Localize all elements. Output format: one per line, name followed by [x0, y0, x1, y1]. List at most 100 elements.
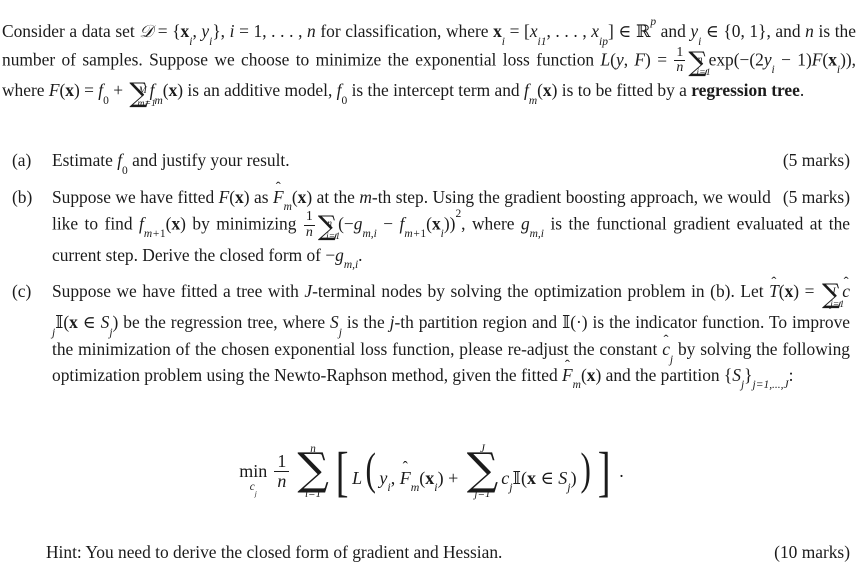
question-b-p10: − — [376, 213, 400, 234]
symbol-y: y — [201, 21, 210, 42]
question-list: (a) Estimate f0 and justify your result.… — [0, 148, 863, 392]
hint-line: Hint: You need to derive the closed form… — [46, 540, 850, 566]
symbol-F: F — [48, 80, 60, 101]
subscript-j: j — [52, 326, 56, 339]
intro-text-4: }, — [212, 21, 230, 42]
question-c-p9: -th partition region and — [394, 312, 563, 333]
question-c-p15: : — [788, 364, 794, 385]
subscript-m-plus-1: m+1 — [404, 228, 427, 241]
intro-text-27: ) is to be fitted by a — [551, 80, 692, 101]
marks-b: (5 marks) — [782, 186, 850, 207]
question-c-p4: ) = — [793, 281, 820, 302]
subscript-i: i — [440, 228, 444, 241]
question-c-p14: } — [744, 364, 753, 385]
symbol-x-bold: x — [180, 21, 190, 42]
sub-1: 1 — [420, 228, 427, 241]
sum-lower-limit: j=1 — [474, 487, 491, 500]
fraction-numerator: 1 — [305, 209, 313, 225]
question-b-p9: (− — [338, 213, 354, 234]
subscript-j: j — [338, 326, 342, 339]
symbol-x-bold: x — [493, 21, 502, 42]
loss-expression: L(yi, ̂Fm(xi) + ∑Jj=1cj𝕀(x ∈ Sj)) — [352, 442, 594, 499]
question-b-p15: . — [358, 244, 363, 265]
question-b-p3: ) as — [243, 186, 273, 207]
fraction-denominator: n — [674, 60, 686, 76]
symbol-S: S — [558, 467, 568, 488]
symbol-y: y — [690, 21, 699, 42]
symbol-c-hat: ̂c — [842, 279, 850, 305]
subscript-i: i — [209, 36, 213, 49]
subscript-m: m — [528, 95, 538, 108]
question-c-p13: ) and the partition { — [595, 364, 733, 385]
fraction-one-over-n: 1n — [274, 451, 290, 491]
intro-text-17: − 1) — [774, 49, 812, 70]
symbol-F: F — [634, 49, 646, 70]
summation-j-to-J: ∑ Jj=1 — [822, 281, 844, 311]
summation-i-to-n: ∑ n i=1 — [688, 49, 710, 79]
subscript-partition-range: j=1,...,J — [752, 379, 789, 392]
intro-text-28: . — [799, 80, 805, 101]
subscript-i: i — [501, 36, 505, 49]
subscript-j: j — [109, 326, 113, 339]
question-a-text: Estimate f0 and justify your result. — [52, 148, 290, 177]
symbol-x-bold: x — [235, 186, 244, 207]
question-b-p13: , where — [461, 213, 521, 234]
symbol-F: F — [811, 49, 823, 70]
symbol-T: T — [769, 281, 779, 302]
sum-upper-limit: n — [310, 443, 316, 456]
symbol-x-bold: x — [168, 80, 178, 101]
equation-period: . — [619, 461, 624, 482]
question-body-c: Suppose we have fitted a tree with J-ter… — [52, 279, 850, 392]
symbol-x-bold: x — [828, 49, 837, 70]
subscript-j: j — [669, 353, 674, 366]
fraction-denominator: n — [274, 471, 290, 491]
summation-m-to-M: ∑ Mm=1 — [129, 80, 156, 110]
fraction-one-over-n: 1n — [303, 209, 315, 239]
intro-text-5: = 1, . . . , — [234, 21, 308, 42]
symbol-F-hat: ̂F — [273, 185, 284, 211]
subscript-i: i — [434, 480, 438, 495]
question-b-p8: ) by minimizing — [180, 213, 303, 234]
subscript-m-i: m,i — [362, 228, 377, 241]
question-body-b: (5 marks) Suppose we have fitted F(x) as … — [52, 185, 850, 272]
symbol-x-bold: x — [542, 80, 552, 101]
subscript-m-plus-1: m+1 — [143, 228, 166, 241]
symbol-dataset-D: 𝒟 — [139, 22, 154, 43]
symbol-S: S — [732, 364, 741, 385]
intro-text-1: Consider a data set — [2, 21, 140, 42]
intro-text-2: = { — [153, 21, 181, 42]
sub-m: m — [404, 228, 413, 241]
question-c-p8: is the — [341, 312, 390, 333]
hint-text: Hint: You need to derive the closed form… — [46, 542, 503, 562]
intro-text-6: for classification, where — [315, 21, 494, 42]
question-item-c: (c) Suppose we have fitted a tree with J… — [0, 279, 863, 392]
symbol-L: L — [352, 467, 363, 488]
summation-i-to-n: ∑ n i=1 — [318, 213, 340, 243]
sub-1: 1 — [159, 228, 166, 241]
question-item-b: (b) (5 marks) Suppose we have fitted F(x)… — [0, 185, 863, 272]
subscript-m-i: m,i — [343, 259, 359, 272]
question-a-line: Estimate f0 and justify your result. (5 … — [52, 148, 850, 177]
subscript-j: j — [567, 480, 571, 495]
subscript-0: 0 — [122, 164, 128, 177]
paren-close: ) — [580, 442, 591, 494]
indicator-function-icon: 𝕀 — [562, 313, 571, 334]
question-a-text-after: and justify your result. — [127, 150, 290, 170]
fraction-numerator: 1 — [277, 451, 287, 471]
subscript-i: i — [771, 64, 775, 77]
bracket-open: [ — [335, 440, 349, 502]
element-of-symbol: ∈ — [535, 467, 559, 488]
bracket-close: ] — [597, 440, 611, 502]
sum-lower-limit: i=1 — [696, 66, 711, 78]
symbol-f: f — [336, 80, 342, 101]
subscript-m-i: m,i — [529, 228, 544, 241]
exam-page: Consider a data set 𝒟 = {xi, yi}, i = 1,… — [0, 0, 863, 572]
question-b-p12: )) — [443, 213, 456, 234]
equation-row: mincj1n∑ni=1[L(yi, ̂Fm(xi) + ∑Jj=1cj𝕀(x … — [239, 440, 624, 502]
symbol-x-bold: x — [69, 312, 78, 333]
sum-lower-limit: i=1 — [325, 230, 341, 242]
symbol-F-hat: ̂F — [562, 363, 573, 389]
question-c-p1: Suppose we have fitted a tree with — [52, 281, 305, 302]
fraction-numerator: 1 — [676, 45, 684, 61]
sum-upper-limit: J — [480, 443, 485, 456]
